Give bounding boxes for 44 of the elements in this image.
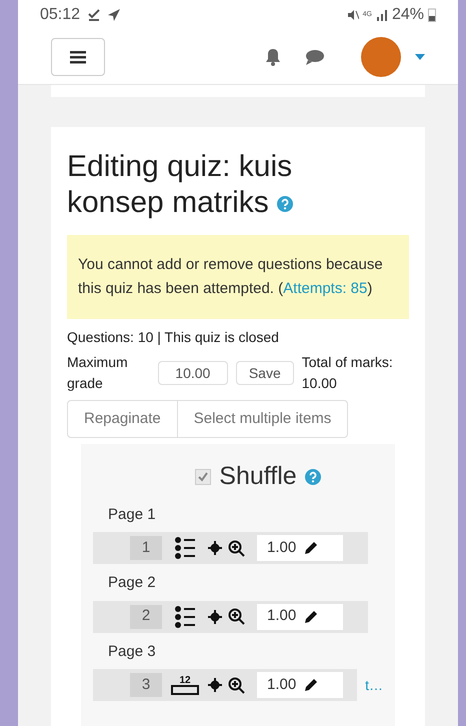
shuffle-checkbox[interactable] — [195, 468, 212, 485]
pencil-icon[interactable] — [304, 610, 318, 624]
maximum-grade-input[interactable]: 10.00 — [158, 361, 228, 385]
battery-level: 24% — [392, 5, 424, 25]
question-number: 3 — [130, 673, 162, 697]
pencil-icon[interactable] — [304, 541, 318, 555]
mark-field[interactable]: 1.00 — [257, 535, 343, 561]
mark-field[interactable]: 1.00 — [257, 604, 343, 630]
page-label: Page 2 — [107, 573, 157, 593]
zoom-in-icon[interactable] — [228, 676, 245, 694]
quiz-summary: Questions: 10 | This quiz is closed — [67, 328, 279, 347]
mute-icon — [346, 9, 359, 21]
question-number: 1 — [130, 536, 162, 560]
action-button[interactable]: Select multiple items — [176, 401, 348, 437]
page-label: Page 1 — [107, 504, 157, 524]
zoom-in-icon[interactable] — [228, 608, 245, 625]
total-marks: Total of marks: 10.00 — [302, 353, 394, 393]
maximum-grade-label: Maximum grade — [67, 353, 129, 393]
pencil-icon[interactable] — [304, 678, 318, 692]
shuffle-label: Shuffle — [219, 461, 297, 492]
help-icon[interactable] — [277, 196, 294, 212]
menu-button[interactable] — [51, 38, 105, 76]
check-icon — [198, 472, 208, 482]
signal-icon — [376, 9, 388, 21]
page-title: Editing quiz: kuis konsep matriks — [67, 149, 294, 221]
chat-icon[interactable] — [305, 49, 325, 65]
clock-time: 05:12 — [40, 5, 80, 25]
list-icon — [174, 536, 196, 560]
notice-box: You cannot add or remove questions because this quiz has been attempted. (Attempts: 85) — [67, 235, 409, 319]
avatar[interactable] — [361, 37, 401, 77]
question-number: 2 — [130, 604, 162, 628]
send-icon — [108, 9, 120, 21]
action-button[interactable]: Repaginate — [68, 401, 177, 437]
help-icon[interactable] — [304, 468, 321, 485]
menu-icon — [70, 50, 86, 64]
battery-icon — [428, 8, 436, 22]
page-label: Page 3 — [107, 642, 157, 662]
save-button[interactable]: Save — [236, 361, 294, 385]
list-icon — [174, 604, 196, 628]
mark-field[interactable]: 1.00 — [257, 672, 343, 698]
caret-icon[interactable] — [415, 54, 425, 60]
bell-icon[interactable] — [265, 48, 281, 66]
zoom-in-icon[interactable] — [228, 540, 245, 556]
download-done-icon — [88, 9, 100, 21]
